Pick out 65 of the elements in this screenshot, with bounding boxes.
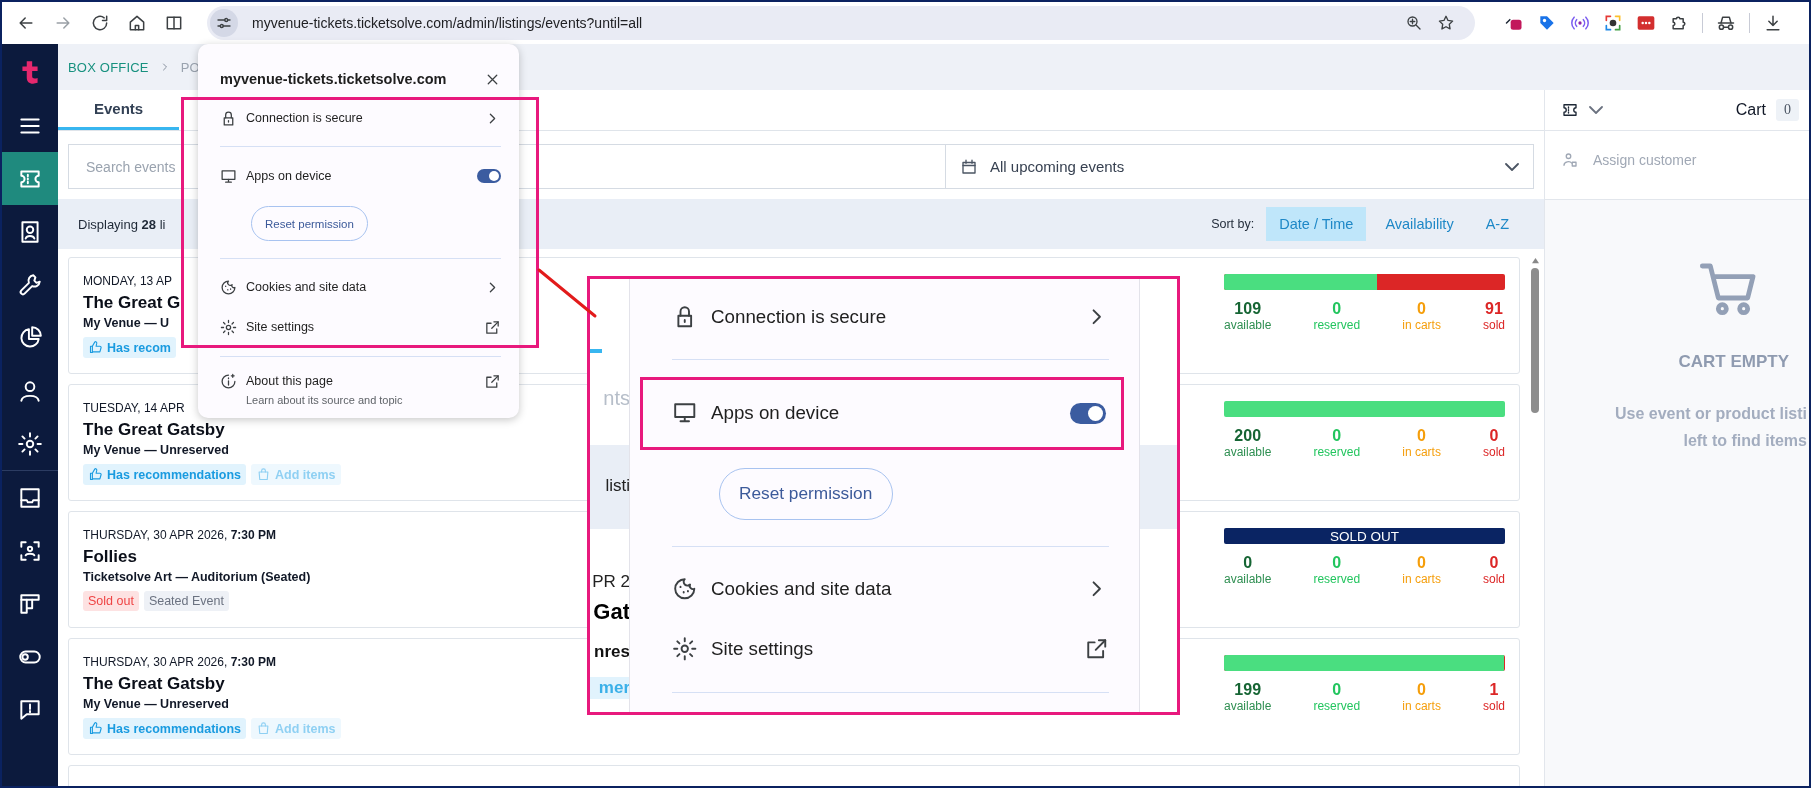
stat-label: in carts — [1402, 318, 1441, 332]
event-title: The Great Gatsby — [83, 674, 225, 694]
event-date: TUESDAY, 14 APR — [83, 401, 185, 415]
sold-out-banner: SOLD OUT — [1224, 528, 1505, 544]
url-text: myvenue-tickets.ticketsolve.com/admin/listings/events?until=all — [252, 15, 644, 31]
stat-value: 0 — [1489, 554, 1499, 572]
stat-label: reserved — [1313, 572, 1361, 586]
stat-value: 109 — [1234, 300, 1262, 318]
stat-value: 0 — [1243, 554, 1253, 572]
cart-empty-title: CART EMPTY — [1678, 352, 1789, 372]
event-date: MONDAY, 13 AP — [83, 274, 172, 288]
stat-value: 91 — [1485, 300, 1503, 318]
stat-label: in carts — [1402, 445, 1441, 459]
stat-value: 0 — [1332, 427, 1342, 445]
stat-value: 0 — [1489, 427, 1499, 445]
stat-label: reserved — [1313, 699, 1361, 713]
stat-label: available — [1224, 318, 1272, 332]
text-fragment: nres — [593, 641, 630, 663]
stat-label: sold — [1483, 445, 1505, 459]
event-venue: My Venue — Unreserved — [83, 697, 229, 711]
stat-value: 200 — [1234, 427, 1262, 445]
about-page-subtitle: Learn about its source and topic — [246, 393, 404, 408]
seated-event-tag: Seated Event — [143, 591, 229, 611]
stat-value: 0 — [1417, 554, 1426, 572]
event-title: Follies — [83, 547, 137, 567]
text-fragment: mer — [590, 677, 630, 699]
stat-value: 0 — [1332, 554, 1342, 572]
text-fragment: Gat — [592, 601, 630, 623]
cart-empty-hint: Use event or product listi — [1614, 404, 1807, 424]
stat-label: in carts — [1402, 572, 1441, 586]
stat-label: available — [1224, 445, 1272, 459]
stat-value: 0 — [1417, 681, 1426, 699]
cart-empty-hint: left to find items — [1683, 431, 1807, 451]
popup-title: myvenue-tickets.ticketsolve.com — [220, 71, 447, 87]
event-date: THURSDAY, 30 APR 2026, 7:30 PM — [83, 528, 276, 542]
text-fragment: listi — [604, 475, 630, 497]
permission-label: Apps on device — [711, 402, 841, 424]
cart-count-badge: 0 — [1776, 99, 1799, 121]
sold-out-tag: Sold out — [83, 591, 139, 611]
event-venue: My Venue — Unreserved — [83, 443, 229, 457]
event-venue: My Venue — U — [83, 316, 170, 330]
stat-label: sold — [1483, 572, 1505, 586]
stat-label: available — [1224, 572, 1272, 586]
stat-value: 0 — [1332, 681, 1342, 699]
permission-label: Apps on device — [246, 169, 333, 183]
stat-label: sold — [1483, 318, 1505, 332]
stat-value: 1 — [1489, 681, 1499, 699]
stat-label: in carts — [1402, 699, 1441, 713]
event-date: THURSDAY, 30 APR 2026, 7:30 PM — [83, 655, 276, 669]
stat-value: 0 — [1332, 300, 1342, 318]
event-venue: Ticketsolve Art — Auditorium (Seated) — [83, 570, 311, 584]
stat-label: reserved — [1313, 445, 1361, 459]
stat-value: 199 — [1234, 681, 1262, 699]
cart-title: Cart — [1735, 101, 1766, 119]
sort-label: Sort by: — [1211, 217, 1255, 231]
stat-label: reserved — [1313, 318, 1361, 332]
event-title: The Great G — [83, 293, 181, 313]
stat-value: 0 — [1417, 427, 1426, 445]
event-title: The Great Gatsby — [83, 420, 225, 440]
stat-label: available — [1224, 699, 1272, 713]
stat-value: 0 — [1417, 300, 1426, 318]
text-fragment: nts — [602, 387, 630, 409]
stat-label: sold — [1483, 699, 1505, 713]
listing-count: Displaying 28 li — [78, 216, 166, 232]
text-fragment: PR 2 — [591, 571, 630, 593]
